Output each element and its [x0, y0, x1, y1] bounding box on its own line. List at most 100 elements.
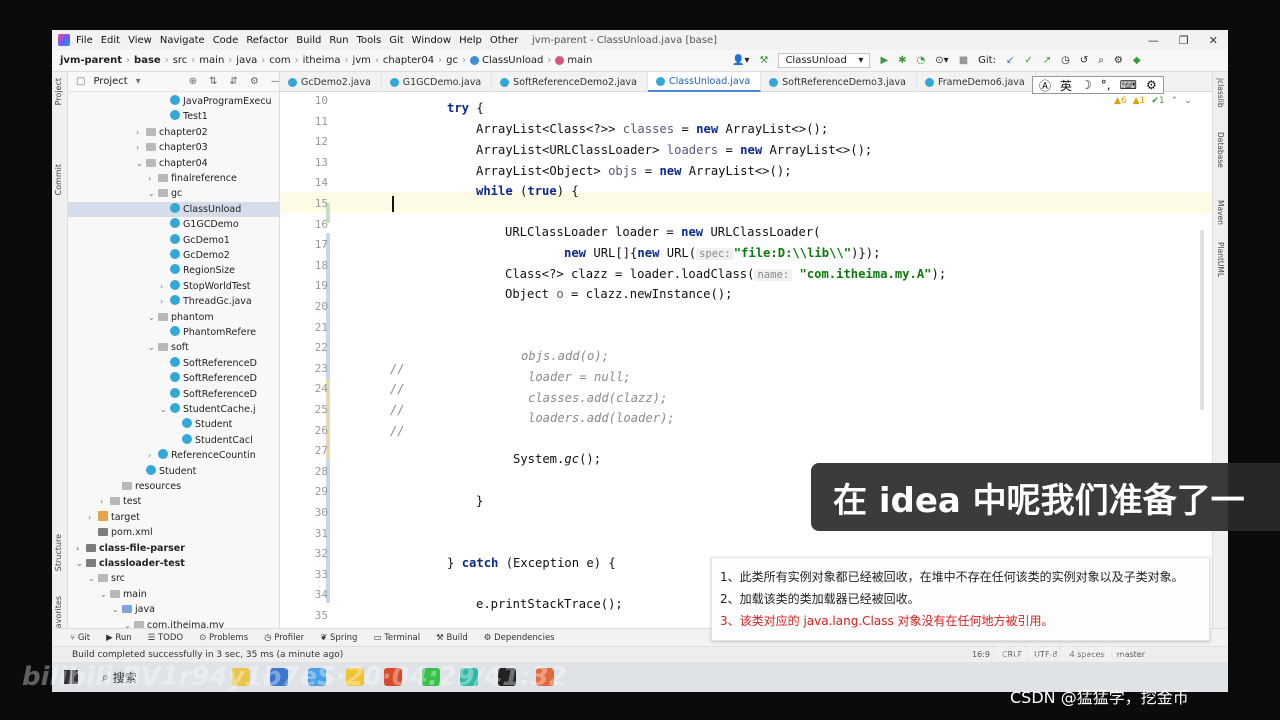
chevron-down-icon[interactable]: ⌄: [136, 156, 146, 171]
collapse-icon[interactable]: ⇅: [209, 76, 217, 87]
menu-code[interactable]: Code: [213, 35, 239, 46]
build-tool-button[interactable]: ⚒ Build: [436, 633, 468, 643]
tree-item[interactable]: G1GCDemo: [68, 217, 279, 232]
breadcrumb-item[interactable]: src: [173, 55, 188, 66]
jclasslib-tool-tab[interactable]: jclasslib: [1216, 78, 1225, 108]
project-tool-tab[interactable]: Project: [54, 78, 63, 105]
breadcrumb-item[interactable]: jvm: [352, 55, 370, 66]
ime-settings-icon[interactable]: ⚙: [1146, 78, 1157, 92]
chevron-right-icon[interactable]: ›: [88, 510, 98, 525]
menu-build[interactable]: Build: [296, 35, 321, 46]
database-tool-tab[interactable]: Database: [1216, 132, 1225, 168]
chevron-right-icon[interactable]: ›: [76, 541, 86, 556]
tree-item[interactable]: ⌄ main: [68, 587, 279, 602]
favorites-tool-tab[interactable]: Favorites: [54, 596, 63, 632]
editor-tab[interactable]: ClassUnload.java: [647, 72, 762, 92]
tree-item[interactable]: › test: [68, 494, 279, 509]
breadcrumb-item[interactable]: base: [134, 55, 161, 66]
tree-item[interactable]: ⌄ phantom: [68, 310, 279, 325]
maximize-button[interactable]: ❐: [1179, 34, 1189, 47]
stop-icon[interactable]: ■: [959, 55, 968, 66]
breadcrumb-item[interactable]: jvm-parent: [60, 55, 122, 66]
git-push-icon[interactable]: ↗: [1043, 55, 1051, 66]
breadcrumb-item[interactable]: main: [567, 55, 592, 66]
chevron-right-icon[interactable]: ›: [160, 279, 170, 294]
menu-tools[interactable]: Tools: [357, 35, 382, 46]
tree-item[interactable]: › ThreadGc.java: [68, 294, 279, 309]
editor-tab[interactable]: GcDemo2.java: [280, 72, 382, 92]
tree-item[interactable]: ⌄ StudentCache.j: [68, 402, 279, 417]
problems-tool-button[interactable]: ⊙ Problems: [199, 633, 248, 643]
structure-tool-tab[interactable]: Structure: [54, 534, 63, 571]
menu-file[interactable]: File: [76, 35, 93, 46]
tree-item[interactable]: StudentCacl: [68, 433, 279, 448]
plantuml-tool-tab[interactable]: PlantUML: [1216, 242, 1225, 277]
tree-item[interactable]: › class-file-parser: [68, 541, 279, 556]
tree-item[interactable]: ⌄ chapter04: [68, 156, 279, 171]
more-run-icon[interactable]: ⊙▾: [935, 55, 948, 66]
tree-item[interactable]: GcDemo2: [68, 248, 279, 263]
run-config-select[interactable]: ClassUnload ▾: [778, 53, 871, 68]
user-icon[interactable]: 👤▾: [732, 55, 749, 66]
locate-icon[interactable]: ⊕: [189, 76, 197, 87]
chevron-right-icon[interactable]: ›: [148, 171, 158, 186]
ime-logo-icon[interactable]: Ⓐ: [1039, 77, 1051, 94]
chevron-down-icon[interactable]: ⌄: [148, 340, 158, 355]
menu-refactor[interactable]: Refactor: [246, 35, 288, 46]
terminal-tool-button[interactable]: ▭ Terminal: [373, 633, 420, 643]
menu-view[interactable]: View: [128, 35, 152, 46]
ime-mode[interactable]: 英: [1060, 77, 1072, 94]
moon-icon[interactable]: ☽: [1081, 78, 1092, 92]
menu-help[interactable]: Help: [459, 35, 482, 46]
chevron-down-icon[interactable]: ⌄: [112, 602, 122, 617]
profiler-tool-button[interactable]: ◷ Profiler: [264, 633, 304, 643]
chevron-down-icon[interactable]: ⌄: [148, 186, 158, 201]
tree-item[interactable]: resources: [68, 479, 279, 494]
chevron-down-icon[interactable]: ⌄: [88, 571, 98, 586]
tree-item[interactable]: SoftReferenceD: [68, 387, 279, 402]
inspection-widget[interactable]: ▲6 ▲1 ✔1 ⌃ ⌄: [1114, 96, 1192, 106]
git-tool-button[interactable]: ⑂ Git: [70, 633, 90, 643]
tree-item[interactable]: › StopWorldTest: [68, 279, 279, 294]
editor-tab[interactable]: SoftReferenceDemo3.java: [761, 72, 917, 92]
run-icon[interactable]: ▶: [880, 55, 888, 66]
dependencies-tool-button[interactable]: ⚙ Dependencies: [484, 633, 555, 643]
tree-item[interactable]: ⌄ soft: [68, 340, 279, 355]
editor-tab[interactable]: FrameDemo6.java: [917, 72, 1036, 92]
coverage-icon[interactable]: ◔: [917, 55, 926, 66]
tree-item[interactable]: ⌄ src: [68, 571, 279, 586]
chevron-down-icon[interactable]: ⌄: [160, 402, 170, 417]
minimize-button[interactable]: —: [1148, 34, 1159, 47]
tree-item[interactable]: ⌄ classloader-test: [68, 556, 279, 571]
breadcrumb-item[interactable]: java: [236, 55, 257, 66]
maven-tool-tab[interactable]: Maven: [1216, 200, 1225, 225]
tree-item[interactable]: SoftReferenceD: [68, 356, 279, 371]
expand-icon[interactable]: ⇵: [229, 76, 237, 87]
breadcrumb-item[interactable]: main: [199, 55, 224, 66]
menu-edit[interactable]: Edit: [101, 35, 120, 46]
caret-position[interactable]: 16:9: [972, 650, 990, 659]
chevron-down-icon[interactable]: ▾: [136, 76, 141, 87]
git-update-icon[interactable]: ↙: [1006, 55, 1014, 66]
debug-icon[interactable]: ✱: [898, 55, 906, 66]
chevron-right-icon[interactable]: ›: [136, 140, 146, 155]
chevron-down-icon[interactable]: ⌄: [1184, 96, 1192, 106]
tree-item[interactable]: GcDemo1: [68, 233, 279, 248]
editor-scrollbar[interactable]: [1200, 230, 1204, 410]
jetbrains-icon[interactable]: ◆: [1133, 55, 1141, 66]
close-button[interactable]: ✕: [1209, 34, 1218, 47]
editor-tab[interactable]: SoftReferenceDemo2.java: [492, 72, 648, 92]
tree-item[interactable]: › chapter02: [68, 125, 279, 140]
tree-item[interactable]: Student: [68, 464, 279, 479]
breadcrumb-item[interactable]: itheima: [303, 55, 341, 66]
run-tool-button[interactable]: ▶ Run: [106, 633, 132, 643]
tree-item[interactable]: Student: [68, 417, 279, 432]
tree-item[interactable]: › finalreference: [68, 171, 279, 186]
chevron-down-icon[interactable]: ⌄: [100, 587, 110, 602]
tree-item[interactable]: SoftReferenceD: [68, 371, 279, 386]
tree-item[interactable]: JavaProgramExecu: [68, 94, 279, 109]
git-commit-icon[interactable]: ✓: [1024, 55, 1032, 66]
gear-icon[interactable]: ⚙: [250, 76, 259, 87]
chevron-down-icon[interactable]: ⌄: [76, 556, 86, 571]
spring-tool-button[interactable]: ❦ Spring: [320, 633, 357, 643]
